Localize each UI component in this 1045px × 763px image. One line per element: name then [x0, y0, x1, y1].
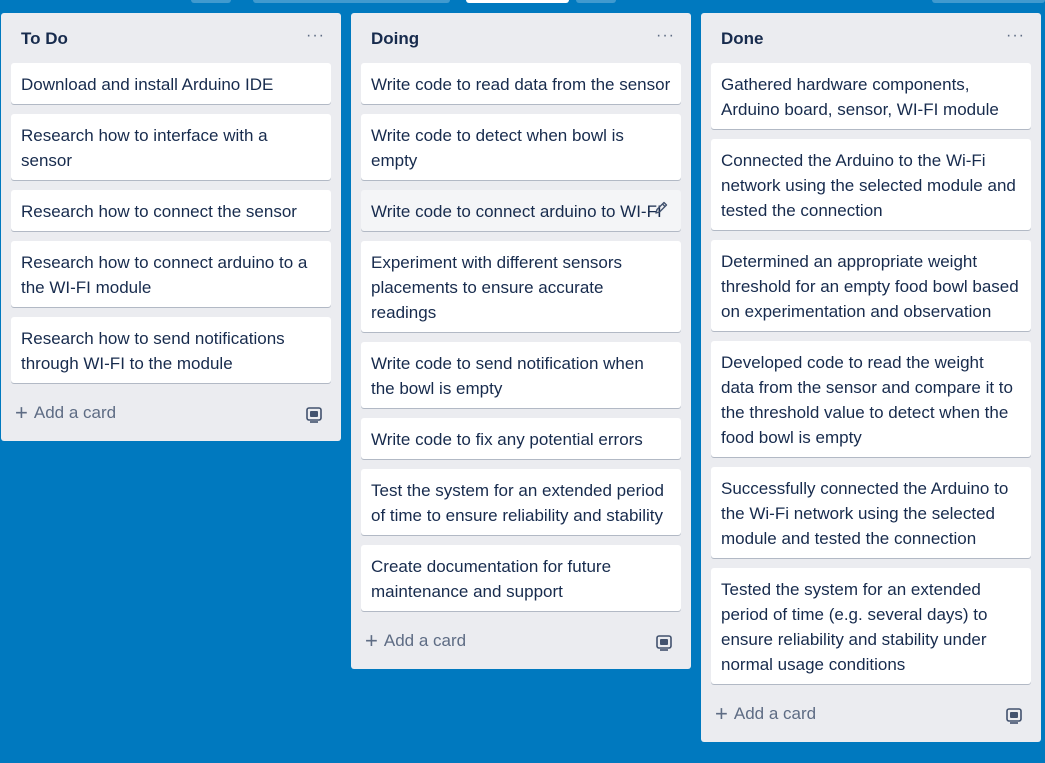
- more-horizontal-icon[interactable]: ···: [1006, 27, 1025, 45]
- list-footer: + Add a card: [351, 621, 691, 669]
- card[interactable]: Determined an appropriate weight thresho…: [711, 240, 1031, 331]
- add-card-label: Add a card: [383, 631, 467, 650]
- card[interactable]: Connected the Arduino to the Wi-Fi netwo…: [711, 139, 1031, 230]
- list-to-do: To Do ··· Download and install Arduino I…: [1, 13, 341, 441]
- header-button-stub[interactable]: [576, 0, 616, 3]
- header-button-stub[interactable]: [466, 0, 569, 3]
- card[interactable]: Successfully connected the Arduino to th…: [711, 467, 1031, 558]
- card[interactable]: Download and install Arduino IDE: [11, 63, 331, 104]
- pencil-icon[interactable]: [653, 200, 669, 216]
- card-template-icon[interactable]: [305, 407, 323, 423]
- card-list: Write code to read data from the sensor …: [351, 63, 691, 611]
- card[interactable]: Test the system for an extended period o…: [361, 469, 681, 535]
- list-title[interactable]: To Do: [21, 29, 68, 49]
- plus-icon: +: [365, 628, 378, 653]
- card[interactable]: Experiment with different sensors placem…: [361, 241, 681, 332]
- list-header: To Do ···: [1, 13, 341, 63]
- list-footer: + Add a card: [1, 393, 341, 441]
- list-title[interactable]: Done: [721, 29, 764, 49]
- plus-icon: +: [715, 701, 728, 726]
- add-card-label: Add a card: [33, 403, 117, 422]
- plus-icon: +: [15, 400, 28, 425]
- header-button-stub[interactable]: [191, 0, 231, 3]
- card-hovered[interactable]: Write code to connect arduino to WI-FI: [361, 190, 681, 231]
- card[interactable]: Research how to interface with a sensor: [11, 114, 331, 180]
- list-done: Done ··· Gathered hardware components, A…: [701, 13, 1041, 742]
- card[interactable]: Write code to detect when bowl is empty: [361, 114, 681, 180]
- header-button-stub[interactable]: [253, 0, 450, 3]
- card[interactable]: Developed code to read the weight data f…: [711, 341, 1031, 457]
- card[interactable]: Gathered hardware components, Arduino bo…: [711, 63, 1031, 129]
- card-template-icon[interactable]: [1005, 708, 1023, 724]
- more-horizontal-icon[interactable]: ···: [656, 27, 675, 45]
- list-doing: Doing ··· Write code to read data from t…: [351, 13, 691, 669]
- list-title[interactable]: Doing: [371, 29, 419, 49]
- card[interactable]: Write code to fix any potential errors: [361, 418, 681, 459]
- card[interactable]: Create documentation for future maintena…: [361, 545, 681, 611]
- list-header: Done ···: [701, 13, 1041, 63]
- card-list: Download and install Arduino IDE Researc…: [1, 63, 341, 383]
- add-card-button[interactable]: + Add a card: [365, 628, 467, 653]
- card[interactable]: Research how to connect arduino to a the…: [11, 241, 331, 307]
- card[interactable]: Research how to send notifications throu…: [11, 317, 331, 383]
- add-card-button[interactable]: + Add a card: [15, 400, 117, 425]
- card[interactable]: Write code to send notification when the…: [361, 342, 681, 408]
- header-button-stub[interactable]: [932, 0, 1045, 3]
- card-template-icon[interactable]: [655, 635, 673, 651]
- list-header: Doing ···: [351, 13, 691, 63]
- card-list: Gathered hardware components, Arduino bo…: [701, 63, 1041, 684]
- card[interactable]: Write code to read data from the sensor: [361, 63, 681, 104]
- card[interactable]: Research how to connect the sensor: [11, 190, 331, 231]
- list-footer: + Add a card: [701, 694, 1041, 742]
- add-card-label: Add a card: [733, 704, 817, 723]
- card[interactable]: Tested the system for an extended period…: [711, 568, 1031, 684]
- add-card-button[interactable]: + Add a card: [715, 701, 817, 726]
- more-horizontal-icon[interactable]: ···: [306, 27, 325, 45]
- card-text: Write code to connect arduino to WI-FI: [371, 202, 662, 221]
